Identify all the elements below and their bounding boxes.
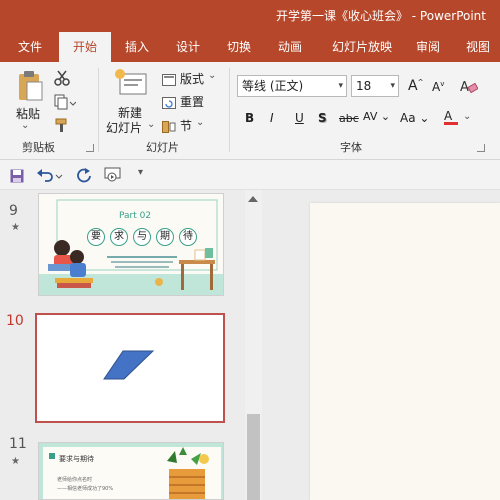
font-size-value: 18 (356, 79, 372, 93)
slide-number: 10 (6, 313, 24, 329)
quick-access-toolbar: ▾ (0, 160, 500, 190)
font-name-value: 等线 (正文) (242, 79, 304, 93)
shrink-font-button[interactable]: Av (432, 80, 444, 94)
font-launcher-icon[interactable] (477, 144, 485, 152)
tab-review[interactable]: 审阅 (408, 32, 448, 62)
tab-animations[interactable]: 动画 (267, 32, 313, 62)
slide-9-char: 要 (87, 228, 105, 246)
new-slide-dropdown-icon[interactable]: ⌄ (147, 119, 155, 130)
section-button[interactable]: 节 (180, 117, 192, 134)
cut-icon[interactable] (54, 70, 70, 86)
tab-design[interactable]: 设计 (165, 32, 211, 62)
group-separator (229, 68, 230, 152)
save-icon[interactable] (10, 168, 24, 183)
slide-9-char: 期 (156, 228, 174, 246)
format-painter-icon[interactable] (54, 117, 70, 133)
paste-icon[interactable] (16, 70, 44, 102)
underline-button[interactable]: U (295, 111, 304, 125)
slide-9-char: 待 (179, 228, 197, 246)
tab-view[interactable]: 视图 (456, 32, 500, 62)
window-title: 开学第一课《收心班会》 - PowerPoint (275, 9, 486, 23)
slide-9-char: 与 (133, 228, 151, 246)
char-spacing-button[interactable]: AV ⌄ (363, 110, 390, 123)
clear-format-icon[interactable]: A (460, 78, 479, 95)
copy-icon[interactable] (54, 94, 77, 110)
ribbon: 粘贴 ⌄ 剪贴板 新建 幻灯片 ⌄ 版式 ⌄ 重置 节 ⌄ 幻灯片 等线 (正文… (0, 62, 500, 160)
font-color-button[interactable]: A (444, 109, 458, 125)
layout-dropdown-icon[interactable]: ⌄ (208, 70, 216, 81)
slide-canvas[interactable] (310, 203, 500, 500)
section-icon[interactable] (162, 118, 176, 133)
tab-file[interactable]: 文件 (6, 32, 54, 62)
tab-transitions[interactable]: 切换 (216, 32, 262, 62)
slides-group-label: 幻灯片 (146, 141, 179, 154)
scroll-up-icon[interactable] (248, 196, 258, 202)
strikethrough-button[interactable]: abc (339, 112, 359, 125)
font-color-dropdown-icon[interactable]: ⌄ (463, 111, 471, 122)
slide-11-text-line: 老师给你点名时 (57, 477, 93, 483)
font-size-combo[interactable]: 18 ▾ (351, 75, 399, 97)
shadow-button[interactable]: S (318, 111, 327, 125)
tab-insert[interactable]: 插入 (114, 32, 160, 62)
tab-home[interactable]: 开始 (59, 32, 111, 62)
scrollbar-thumb[interactable] (247, 414, 260, 500)
clipboard-launcher-icon[interactable] (86, 144, 94, 152)
font-name-combo[interactable]: 等线 (正文) ▾ (237, 75, 347, 97)
parallelogram-shape[interactable] (103, 350, 155, 380)
section-dropdown-icon[interactable]: ⌄ (196, 117, 204, 128)
ribbon-tabs: 文件 开始 插入 设计 切换 动画 幻灯片放映 审阅 视图 (0, 32, 500, 62)
slide-9-char: 求 (110, 228, 128, 246)
italic-button[interactable]: I (270, 111, 274, 125)
chevron-down-icon[interactable]: ▾ (390, 76, 395, 96)
layout-button[interactable]: 版式 (180, 70, 204, 87)
reset-icon[interactable] (162, 94, 176, 109)
tab-slideshow[interactable]: 幻灯片放映 (320, 32, 404, 62)
slide-11-text-line: ——相信老师成功了90% (57, 486, 114, 492)
group-separator (98, 68, 99, 152)
slide-9-part-label: Part 02 (119, 211, 152, 221)
animation-star-icon: ★ (11, 222, 20, 233)
slide-11-heading: 要求与期待 (59, 455, 94, 463)
slide-thumbnail-10[interactable] (35, 313, 225, 423)
bold-button[interactable]: B (245, 111, 254, 125)
slide-number: 9 (9, 203, 18, 219)
slide-number: 11 (9, 436, 27, 452)
chevron-down-icon[interactable]: ▾ (338, 76, 343, 96)
grow-font-button[interactable]: A^ (408, 78, 423, 94)
paste-dropdown-icon[interactable]: ⌄ (21, 120, 29, 131)
font-group-label: 字体 (340, 141, 362, 154)
layout-icon[interactable] (162, 71, 176, 86)
slideshow-icon[interactable] (104, 167, 122, 183)
svg-text:A: A (460, 80, 469, 94)
title-bar: 开学第一课《收心班会》 - PowerPoint (0, 0, 500, 32)
undo-icon[interactable] (36, 167, 64, 183)
slide-thumbnail-9[interactable]: Part 02 要 求 与 期 待 (38, 193, 224, 296)
customize-qat-icon[interactable]: ▾ (138, 167, 143, 178)
slide-thumbnail-11[interactable]: 要求与期待 老师给你点名时 ——相信老师成功了90% (38, 442, 224, 500)
thumbnail-scrollbar[interactable] (245, 190, 262, 500)
clipboard-group-label: 剪贴板 (22, 141, 55, 154)
new-slide-label-2[interactable]: 幻灯片 (106, 119, 142, 136)
redo-icon[interactable] (76, 167, 92, 183)
change-case-button[interactable]: Aa ⌄ (400, 111, 429, 125)
slide-9-illustration (39, 199, 223, 295)
animation-star-icon: ★ (11, 456, 20, 467)
new-slide-icon[interactable] (114, 68, 148, 98)
reset-button[interactable]: 重置 (180, 93, 204, 110)
